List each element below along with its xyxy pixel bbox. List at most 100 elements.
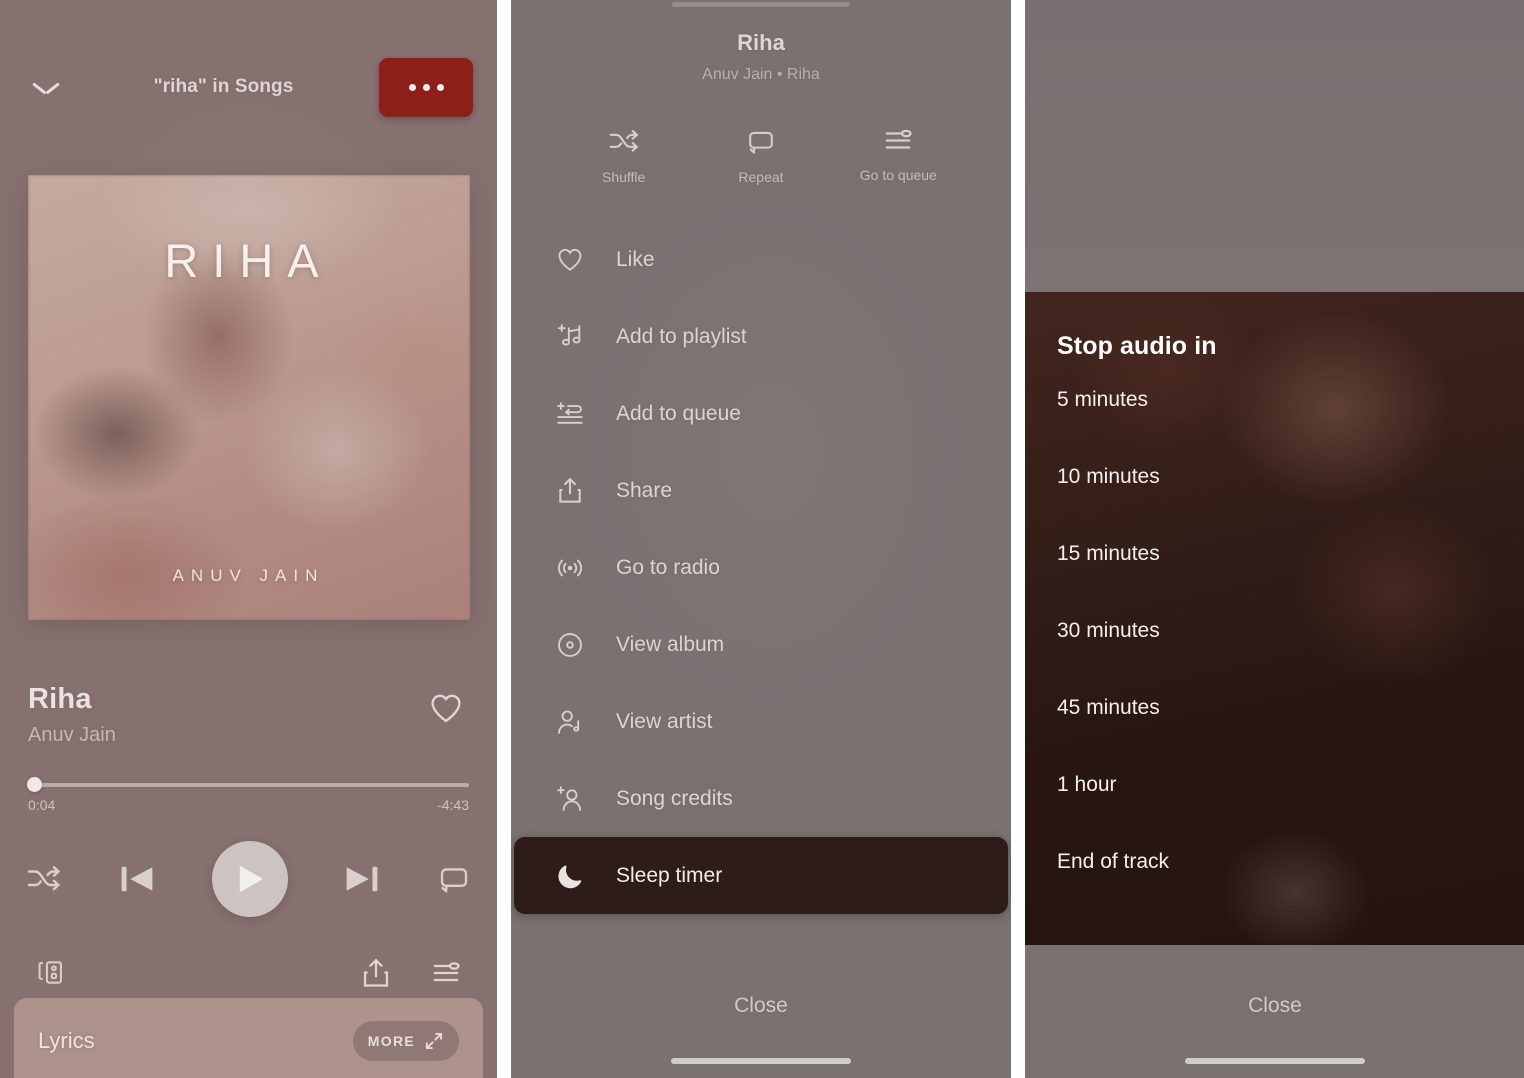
timer-option-end-of-track[interactable]: End of track — [1057, 823, 1493, 900]
lyrics-card[interactable]: Lyrics MORE — [14, 998, 483, 1078]
radio-icon — [553, 551, 587, 585]
play-button[interactable] — [211, 840, 288, 917]
menu-item-label: Share — [616, 478, 673, 502]
menu-item-label: View album — [616, 632, 725, 656]
track-info: Riha Anuv Jain — [28, 683, 469, 747]
panel-divider — [1011, 0, 1025, 1078]
secondary-action-bar — [28, 951, 469, 995]
home-indicator — [671, 1058, 851, 1064]
playback-controls — [26, 840, 471, 917]
collapse-button[interactable] — [24, 65, 68, 109]
menu-item-share[interactable]: Share — [511, 452, 1011, 529]
menu-item-label: Go to radio — [616, 555, 720, 579]
progress-bar[interactable]: 0:04 -4:43 — [26, 777, 469, 813]
timer-option-45-minutes[interactable]: 45 minutes — [1057, 669, 1493, 746]
share-icon[interactable] — [353, 951, 399, 995]
previous-track-icon[interactable] — [117, 862, 157, 896]
add-to-queue-icon — [553, 397, 587, 431]
next-track-icon[interactable] — [342, 862, 382, 896]
context-menu-list: Like Add to playlist Add to queue Share … — [511, 221, 1011, 914]
menu-item-view-artist[interactable]: View artist — [511, 683, 1011, 760]
share-icon — [553, 474, 587, 508]
sleep-timer-sheet: Stop audio in 5 minutes 10 minutes 15 mi… — [1025, 292, 1524, 945]
quick-action-repeat[interactable]: Repeat — [706, 128, 816, 185]
context-track-title: Riha — [737, 30, 785, 55]
quick-action-shuffle[interactable]: Shuffle — [569, 128, 679, 185]
panel-now-playing: "riha" in Songs RIHA ANUV JAIN Riha Anuv… — [0, 0, 497, 1078]
song-credits-icon — [553, 782, 587, 816]
more-options-icon-dot — [436, 83, 444, 91]
menu-item-label: Sleep timer — [616, 863, 723, 887]
context-track-subtitle: Anuv Jain • Riha — [702, 66, 820, 83]
track-text-block: Riha Anuv Jain — [28, 683, 429, 747]
add-to-playlist-icon — [553, 320, 587, 354]
connect-to-device-icon[interactable] — [28, 951, 74, 995]
lyrics-label: Lyrics — [38, 1028, 95, 1053]
panel-context-menu: Riha Anuv Jain • Riha Shuffle Repeat Go … — [511, 0, 1011, 1078]
more-options-icon-dot — [408, 83, 416, 91]
dimmed-backdrop[interactable] — [1025, 0, 1524, 292]
track-title: Riha — [28, 683, 92, 715]
album-art-title: RIHA — [164, 234, 333, 287]
panel-divider — [497, 0, 511, 1078]
page-title: "riha" in Songs — [153, 76, 294, 97]
repeat-icon[interactable] — [437, 864, 471, 894]
menu-item-label: Add to queue — [616, 401, 741, 425]
quick-action-label: Shuffle — [601, 169, 646, 185]
quick-action-label: Repeat — [738, 169, 784, 185]
progress-knob[interactable] — [26, 777, 42, 793]
track-artist: Anuv Jain — [28, 723, 116, 746]
timer-option-15-minutes[interactable]: 15 minutes — [1057, 515, 1493, 592]
now-playing-header: "riha" in Songs — [0, 52, 497, 122]
panel-sleep-timer: Stop audio in 5 minutes 10 minutes 15 mi… — [1025, 0, 1524, 1078]
menu-item-sleep-timer[interactable]: Sleep timer — [514, 837, 1008, 914]
chevron-down-icon — [33, 80, 59, 94]
sheet-title: Stop audio in — [1057, 332, 1217, 360]
close-button[interactable]: Close — [511, 994, 1011, 1018]
menu-item-label: Add to playlist — [616, 324, 747, 348]
sleep-timer-content: Stop audio in 5 minutes 10 minutes 15 mi… — [1025, 292, 1524, 900]
quick-actions-row: Shuffle Repeat Go to queue — [511, 128, 1011, 185]
timer-option-1-hour[interactable]: 1 hour — [1057, 746, 1493, 823]
heart-icon[interactable] — [429, 692, 469, 732]
queue-icon — [885, 129, 912, 149]
elapsed-time: 0:04 — [28, 796, 56, 813]
menu-item-add-to-queue[interactable]: Add to queue — [511, 375, 1011, 452]
more-options-button[interactable] — [379, 57, 473, 117]
more-options-icon-dot — [422, 83, 430, 91]
menu-item-add-to-playlist[interactable]: Add to playlist — [511, 298, 1011, 375]
menu-item-view-album[interactable]: View album — [511, 606, 1011, 683]
menu-item-go-to-radio[interactable]: Go to radio — [511, 529, 1011, 606]
album-artwork[interactable]: RIHA ANUV JAIN — [27, 175, 470, 620]
menu-item-label: Like — [616, 247, 655, 271]
lyrics-more-button[interactable]: MORE — [352, 1021, 459, 1061]
play-icon — [239, 865, 263, 893]
quick-action-go-to-queue[interactable]: Go to queue — [843, 128, 953, 185]
timer-option-30-minutes[interactable]: 30 minutes — [1057, 592, 1493, 669]
lyrics-more-label: MORE — [367, 1033, 415, 1049]
shuffle-icon — [609, 130, 639, 152]
menu-item-label: Song credits — [616, 786, 733, 810]
menu-item-like[interactable]: Like — [511, 221, 1011, 298]
close-button[interactable]: Close — [1025, 994, 1524, 1018]
home-indicator — [1185, 1058, 1365, 1064]
expand-diagonal-icon — [425, 1032, 443, 1050]
artist-icon — [553, 705, 587, 739]
progress-track[interactable] — [26, 777, 469, 793]
timer-option-10-minutes[interactable]: 10 minutes — [1057, 438, 1493, 515]
moon-icon — [553, 859, 587, 893]
progress-times: 0:04 -4:43 — [28, 797, 469, 813]
album-disc-icon — [553, 628, 587, 662]
heart-icon — [553, 243, 587, 277]
shuffle-icon[interactable] — [26, 864, 62, 894]
menu-item-song-credits[interactable]: Song credits — [511, 760, 1011, 837]
album-art-artist: ANUV JAIN — [172, 566, 325, 585]
timer-option-5-minutes[interactable]: 5 minutes — [1057, 361, 1493, 438]
quick-action-label: Go to queue — [859, 167, 937, 183]
repeat-icon — [749, 131, 773, 154]
three-panel-screenshot: "riha" in Songs RIHA ANUV JAIN Riha Anuv… — [0, 0, 1524, 1078]
remaining-time: -4:43 — [437, 796, 469, 813]
menu-item-label: View artist — [616, 709, 713, 733]
queue-icon[interactable] — [423, 951, 469, 995]
context-menu-header: Riha Anuv Jain • Riha — [511, 0, 1011, 84]
